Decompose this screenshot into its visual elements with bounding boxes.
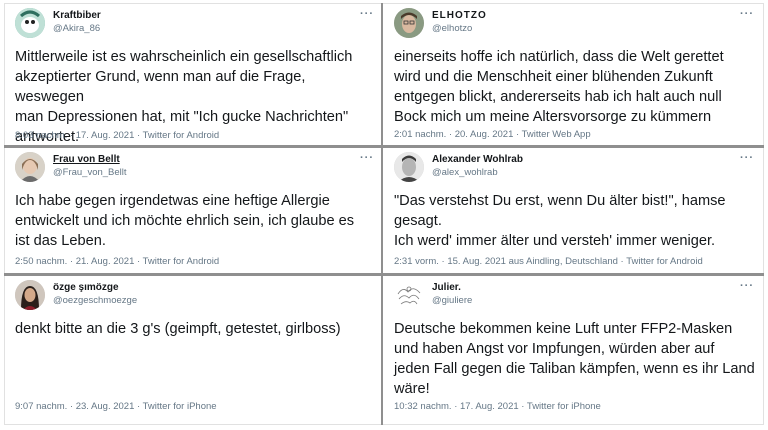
more-options-icon[interactable]: ··· — [740, 9, 754, 20]
avatar-image — [394, 8, 424, 38]
user-handle[interactable]: @Akira_86 — [53, 23, 100, 34]
tweet-card[interactable]: Frau von Bellt @Frau_von_Bellt ··· Ich h… — [5, 148, 381, 273]
more-options-icon[interactable]: ··· — [740, 281, 754, 292]
display-name[interactable]: ELHOTZO — [432, 10, 487, 21]
tweet-meta[interactable]: 8:03 nachm. · 17. Aug. 2021 · Twitter fo… — [15, 130, 219, 141]
user-handle[interactable]: @elhotzo — [432, 23, 472, 34]
display-name[interactable]: özge şımözge — [53, 282, 119, 293]
tweet-text: denkt bitte an die 3 g's (geimpft, getes… — [15, 321, 341, 337]
avatar[interactable] — [15, 8, 45, 38]
avatar-image — [394, 152, 424, 182]
display-name[interactable]: Frau von Bellt — [53, 154, 120, 165]
tweet-text: Ich habe gegen irgendetwas eine heftige … — [15, 193, 355, 249]
more-options-icon[interactable]: ··· — [360, 9, 374, 20]
tweet-card[interactable]: özge şımözge @oezgeschmoezge denkt bitte… — [5, 276, 381, 424]
avatar[interactable] — [15, 280, 45, 310]
user-handle[interactable]: @oezgeschmoezge — [53, 295, 137, 306]
avatar[interactable] — [394, 152, 424, 182]
avatar-image — [15, 8, 45, 38]
tweet-card[interactable]: Julier. @giuliere ··· Deutsche bekommen … — [383, 276, 763, 424]
tweet-card[interactable]: ELHOTZO @elhotzo ··· einerseits hoffe ic… — [383, 4, 763, 145]
tweet-meta[interactable]: 2:50 nachm. · 21. Aug. 2021 · Twitter fo… — [15, 256, 219, 267]
more-options-icon[interactable]: ··· — [740, 153, 754, 164]
tweet-card[interactable]: Alexander Wohlrab @alex_wohlrab ··· "Das… — [383, 148, 763, 273]
avatar[interactable] — [15, 152, 45, 182]
avatar[interactable] — [394, 8, 424, 38]
more-options-icon[interactable]: ··· — [360, 153, 374, 164]
tweet-text: "Das verstehst Du erst, wenn Du älter bi… — [394, 193, 726, 249]
avatar-image — [15, 152, 45, 182]
user-handle[interactable]: @giuliere — [432, 295, 472, 306]
display-name[interactable]: Julier. — [432, 282, 461, 293]
tweet-meta[interactable]: 9:07 nachm. · 23. Aug. 2021 · Twitter fo… — [15, 401, 217, 412]
tweet-card[interactable]: Kraftbiber @Akira_86 ··· Mittlerweile is… — [5, 4, 381, 145]
avatar[interactable] — [394, 280, 424, 310]
display-name[interactable]: Alexander Wohlrab — [432, 154, 523, 165]
tweet-meta[interactable]: 10:32 nachm. · 17. Aug. 2021 · Twitter f… — [394, 401, 601, 412]
user-handle[interactable]: @Frau_von_Bellt — [53, 167, 127, 178]
avatar-image — [15, 280, 45, 310]
avatar-image — [394, 280, 424, 310]
display-name[interactable]: Kraftbiber — [53, 10, 101, 21]
tweet-meta[interactable]: 2:31 vorm. · 15. Aug. 2021 aus Aindling,… — [394, 256, 703, 267]
tweet-meta[interactable]: 2:01 nachm. · 20. Aug. 2021 · Twitter We… — [394, 129, 591, 140]
tweet-text: einerseits hoffe ich natürlich, dass die… — [394, 49, 724, 125]
column-divider — [381, 3, 383, 425]
user-handle[interactable]: @alex_wohlrab — [432, 167, 498, 178]
tweet-text: Deutsche bekommen keine Luft unter FFP2-… — [394, 321, 755, 397]
